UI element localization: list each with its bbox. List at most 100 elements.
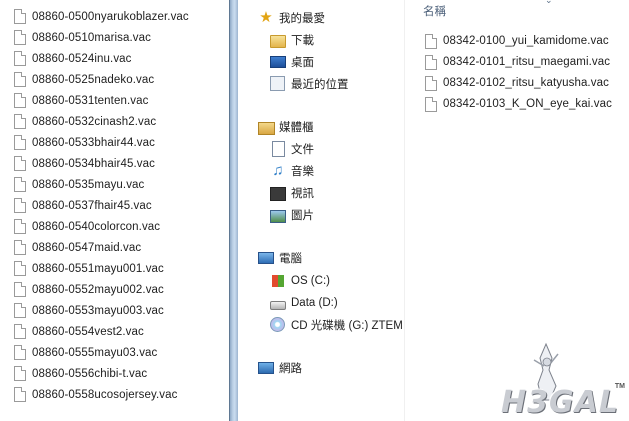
file-name: 08860-0531tenten.vac xyxy=(32,94,149,107)
list-item[interactable]: 08860-0524inu.vac xyxy=(14,48,132,69)
nav-item-computer[interactable]: 電腦 xyxy=(258,248,302,268)
list-item[interactable]: 08860-0540colorcon.vac xyxy=(14,216,160,237)
nav-label: CD 光碟機 (G:) ZTEM xyxy=(291,320,403,332)
nav-item-drive-d[interactable]: Data (D:) xyxy=(270,293,338,313)
list-item[interactable]: 08860-0525nadeko.vac xyxy=(14,69,154,90)
nav-item-downloads[interactable]: 下載 xyxy=(270,30,314,50)
file-name: 08342-0101_ritsu_maegami.vac xyxy=(443,56,611,68)
nav-label: 我的最愛 xyxy=(279,13,325,25)
file-name: 08860-0525nadeko.vac xyxy=(32,73,155,86)
list-item[interactable]: 08342-0100_yui_kamidome.vac xyxy=(425,31,609,51)
file-icon xyxy=(14,345,26,360)
computer-icon xyxy=(258,252,274,264)
list-item[interactable]: 08860-0547maid.vac xyxy=(14,237,141,258)
nav-item-drive-c[interactable]: OS (C:) xyxy=(270,271,330,291)
nav-label: 圖片 xyxy=(291,210,314,222)
list-item[interactable]: 08860-0556chibi-t.vac xyxy=(14,363,147,384)
nav-item-pictures[interactable]: 圖片 xyxy=(270,205,314,225)
nav-label: 媒體櫃 xyxy=(279,122,314,134)
nav-label: 下載 xyxy=(291,35,314,47)
file-name: 08860-0552mayu002.vac xyxy=(32,283,164,296)
file-name: 08860-0537fhair45.vac xyxy=(32,199,152,212)
file-name: 08860-0554vest2.vac xyxy=(32,325,144,338)
file-icon xyxy=(14,240,26,255)
library-icon xyxy=(258,122,275,135)
list-item[interactable]: 08860-0555mayu03.vac xyxy=(14,342,157,363)
list-item[interactable]: 08860-0535mayu.vac xyxy=(14,174,144,195)
nav-item-network[interactable]: 網路 xyxy=(258,358,302,378)
nav-item-desktop[interactable]: 桌面 xyxy=(270,52,314,72)
list-item[interactable]: 08342-0103_K_ON_eye_kai.vac xyxy=(425,94,612,114)
windows-drive-icon xyxy=(272,275,284,287)
nav-item-favorites[interactable]: ★ 我的最愛 xyxy=(258,8,325,28)
list-item[interactable]: 08860-0552mayu002.vac xyxy=(14,279,164,300)
file-icon xyxy=(14,9,26,24)
column-header-name[interactable]: 名稱 xyxy=(423,3,446,19)
list-item[interactable]: 08860-0554vest2.vac xyxy=(14,321,144,342)
nav-label: 文件 xyxy=(291,144,314,156)
list-item[interactable]: 08860-0558ucosojersey.vac xyxy=(14,384,178,405)
file-name: 08860-0558ucosojersey.vac xyxy=(32,388,178,401)
star-icon: ★ xyxy=(259,9,273,26)
list-item[interactable]: 08860-0532cinash2.vac xyxy=(14,111,156,132)
file-icon xyxy=(14,93,26,108)
nav-label: 視訊 xyxy=(291,188,314,200)
list-item[interactable]: 08860-0533bhair44.vac xyxy=(14,132,155,153)
list-item[interactable]: 08342-0101_ritsu_maegami.vac xyxy=(425,52,610,72)
nav-label: Data (D:) xyxy=(291,297,338,309)
trademark-mark: TM xyxy=(614,383,625,390)
nav-item-drive-g[interactable]: CD 光碟機 (G:) ZTEM xyxy=(270,315,403,335)
file-name: 08860-0556chibi-t.vac xyxy=(32,367,148,380)
file-icon xyxy=(14,177,26,192)
left-file-list: 08860-0500nyarukoblazer.vac 08860-0510ma… xyxy=(0,0,229,421)
file-icon xyxy=(425,54,437,70)
video-icon xyxy=(270,187,286,201)
file-name: 08860-0553mayu003.vac xyxy=(32,304,164,317)
nav-label: OS (C:) xyxy=(291,275,330,287)
nav-item-documents[interactable]: 文件 xyxy=(270,139,314,159)
nav-label: 桌面 xyxy=(291,57,314,69)
cd-drive-icon xyxy=(270,317,285,332)
file-name: 08860-0500nyarukoblazer.vac xyxy=(32,10,189,23)
list-item[interactable]: 08860-0500nyarukoblazer.vac xyxy=(14,6,189,27)
file-name: 08860-0555mayu03.vac xyxy=(32,346,158,359)
file-icon xyxy=(14,261,26,276)
nav-item-libraries[interactable]: 媒體櫃 xyxy=(258,117,314,137)
file-name: 08860-0540colorcon.vac xyxy=(32,220,161,233)
file-name: 08860-0534bhair45.vac xyxy=(32,157,155,170)
file-name: 08860-0532cinash2.vac xyxy=(32,115,157,128)
file-name: 08860-0547maid.vac xyxy=(32,241,142,254)
list-item[interactable]: 08860-0551mayu001.vac xyxy=(14,258,164,279)
logo-text: H3GAL xyxy=(501,385,619,420)
network-icon xyxy=(258,362,274,374)
document-icon xyxy=(272,141,285,157)
file-icon xyxy=(14,324,26,339)
file-icon xyxy=(14,219,26,234)
nav-item-recent-places[interactable]: 最近的位置 xyxy=(270,74,349,94)
window-border xyxy=(229,0,238,421)
list-item[interactable]: 08860-0510marisa.vac xyxy=(14,27,151,48)
nav-label: 電腦 xyxy=(279,253,302,265)
folder-icon xyxy=(270,35,286,48)
music-icon: ♫ xyxy=(272,162,284,179)
nav-item-music[interactable]: ♫ 音樂 xyxy=(270,161,314,181)
file-name: 08342-0103_K_ON_eye_kai.vac xyxy=(443,98,612,110)
file-icon xyxy=(425,96,437,112)
recent-places-icon xyxy=(270,76,285,91)
list-item[interactable]: 08860-0534bhair45.vac xyxy=(14,153,155,174)
file-icon xyxy=(14,30,26,45)
list-item[interactable]: 08860-0553mayu003.vac xyxy=(14,300,164,321)
nav-item-videos[interactable]: 視訊 xyxy=(270,183,314,203)
file-name: 08860-0535mayu.vac xyxy=(32,178,145,191)
list-item[interactable]: 08342-0102_ritsu_katyusha.vac xyxy=(425,73,609,93)
list-item[interactable]: 08860-0537fhair45.vac xyxy=(14,195,152,216)
file-icon xyxy=(14,282,26,297)
file-icon xyxy=(14,198,26,213)
file-icon xyxy=(14,303,26,318)
file-icon xyxy=(425,75,437,91)
file-icon xyxy=(14,135,26,150)
list-item[interactable]: 08860-0531tenten.vac xyxy=(14,90,148,111)
hard-drive-icon xyxy=(270,301,286,310)
file-icon xyxy=(14,51,26,66)
sort-arrow-icon: ⌄ xyxy=(545,0,553,5)
